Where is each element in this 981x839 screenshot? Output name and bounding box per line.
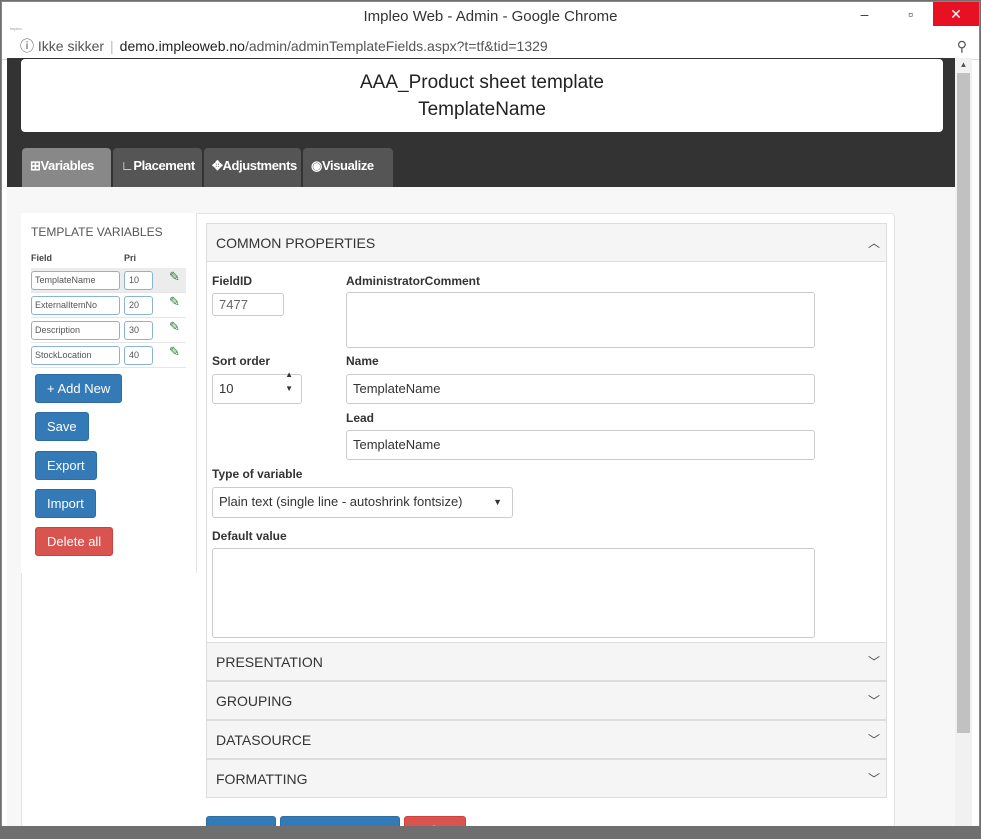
variable-row: StockLocation 40 ✎ bbox=[31, 343, 186, 368]
move-icon: ✥ bbox=[212, 158, 223, 173]
url-path: /admin/adminTemplateFields.aspx?t=tf&tid… bbox=[244, 38, 548, 54]
type-label: Type of variable bbox=[212, 467, 303, 481]
chevron-down-icon: ﹀ bbox=[867, 655, 880, 669]
security-label: Ikke sikker bbox=[37, 38, 105, 54]
fieldid-label: FieldID bbox=[212, 274, 253, 288]
admin-comment-label: AdministratorComment bbox=[346, 274, 481, 288]
default-value-label: Default value bbox=[212, 529, 287, 543]
section-grouping[interactable]: GROUPING ﹀ bbox=[206, 681, 887, 720]
template-title: AAA_Product sheet template bbox=[360, 72, 604, 93]
ruler-icon: ∟ bbox=[121, 158, 134, 173]
eye-icon: ◉ bbox=[311, 158, 322, 173]
section-datasource[interactable]: DATASOURCE ﹀ bbox=[206, 720, 887, 759]
tab-visualize[interactable]: ◉Visualize bbox=[303, 148, 393, 187]
variable-row: Description 30 ✎ bbox=[31, 318, 186, 343]
tab-variables[interactable]: ⊞Variables bbox=[22, 148, 111, 187]
lead-input[interactable]: TemplateName bbox=[346, 430, 815, 460]
zoom-icon[interactable]: ⚲ bbox=[957, 33, 967, 59]
title-box: AAA_Product sheet template TemplateName bbox=[21, 59, 943, 132]
header: AAA_Product sheet template TemplateName … bbox=[7, 58, 955, 187]
scrollbar-thumb[interactable] bbox=[957, 73, 970, 733]
edit-icon[interactable]: ✎ bbox=[169, 344, 180, 360]
close-button[interactable]: ✕ bbox=[933, 2, 979, 26]
edit-icon[interactable]: ✎ bbox=[169, 269, 180, 285]
fieldid-input[interactable]: 7477 bbox=[212, 293, 284, 316]
maximize-button[interactable]: ▫ bbox=[888, 2, 933, 26]
pri-input[interactable]: 10 bbox=[124, 271, 153, 290]
section-common-properties[interactable]: COMMON PROPERTIES ︿ bbox=[206, 223, 887, 262]
stepper-arrows-icon[interactable]: ▲ ▼ bbox=[285, 368, 293, 396]
save-variables-button[interactable]: Save bbox=[35, 412, 89, 441]
template-variables-panel: TEMPLATE VARIABLES Field Pri TemplateNam… bbox=[21, 213, 197, 573]
admin-comment-input[interactable] bbox=[346, 292, 815, 348]
type-select[interactable]: Plain text (single line - autoshrink fon… bbox=[212, 487, 513, 518]
window-bottom-border bbox=[0, 826, 981, 839]
section-formatting[interactable]: FORMATTING ﹀ bbox=[206, 759, 887, 798]
edit-icon[interactable]: ✎ bbox=[169, 319, 180, 335]
scrollbar[interactable]: ▲ ▼ bbox=[955, 58, 972, 836]
tab-placement[interactable]: ∟Placement bbox=[113, 148, 202, 187]
chevron-down-icon: ﹀ bbox=[867, 733, 880, 747]
pri-input[interactable]: 30 bbox=[124, 321, 153, 340]
panel-title: TEMPLATE VARIABLES bbox=[31, 225, 163, 239]
scroll-up-icon[interactable]: ▲ bbox=[955, 60, 972, 69]
field-input[interactable]: ExternalItemNo bbox=[31, 296, 120, 315]
info-icon: ⓘ bbox=[20, 38, 34, 54]
name-input[interactable]: TemplateName bbox=[346, 374, 815, 404]
variable-row: ExternalItemNo 20 ✎ bbox=[31, 293, 186, 318]
section-presentation[interactable]: PRESENTATION ﹀ bbox=[206, 642, 887, 681]
export-button[interactable]: Export bbox=[35, 451, 97, 480]
table-icon: ⊞ bbox=[30, 158, 41, 173]
default-value-input[interactable] bbox=[212, 548, 815, 638]
address-bar[interactable]: ⓘ Ikke sikker | demo.impleoweb.no/admin/ad… bbox=[2, 33, 979, 60]
delete-all-button[interactable]: Delete all bbox=[35, 527, 114, 556]
minimize-button[interactable]: – bbox=[842, 2, 887, 26]
template-subtitle: TemplateName bbox=[418, 99, 546, 120]
lead-label: Lead bbox=[346, 411, 375, 425]
edit-icon[interactable]: ✎ bbox=[169, 294, 180, 310]
window-title: Impleo Web - Admin - Google Chrome bbox=[363, 8, 618, 25]
sort-order-stepper[interactable]: 10 ▲ ▼ bbox=[212, 370, 302, 404]
field-input[interactable]: TemplateName bbox=[31, 271, 120, 290]
name-label: Name bbox=[346, 354, 379, 368]
page: AAA_Product sheet template TemplateName … bbox=[7, 58, 955, 836]
chevron-up-icon: ︿ bbox=[867, 236, 880, 250]
chevron-down-icon: ﹀ bbox=[867, 772, 880, 786]
pri-input[interactable]: 40 bbox=[124, 346, 153, 365]
caret-down-icon: ▼ bbox=[493, 497, 502, 507]
col-pri: Pri bbox=[124, 253, 137, 263]
field-input[interactable]: Description bbox=[31, 321, 120, 340]
import-button[interactable]: Import bbox=[35, 489, 96, 518]
chevron-down-icon: ﹀ bbox=[867, 694, 880, 708]
col-field: Field bbox=[31, 253, 53, 263]
add-new-button[interactable]: + Add New bbox=[35, 374, 123, 403]
variable-row: TemplateName 10 ✎ bbox=[31, 268, 186, 293]
common-properties-body: FieldID 7477 AdministratorComment Sort o… bbox=[206, 262, 887, 642]
field-input[interactable]: StockLocation bbox=[31, 346, 120, 365]
sort-order-label: Sort order bbox=[212, 354, 271, 368]
tab-adjustments[interactable]: ✥Adjustments bbox=[204, 148, 301, 187]
pri-input[interactable]: 20 bbox=[124, 296, 153, 315]
url-host: demo.impleoweb.no bbox=[119, 38, 245, 54]
title-bar: impleo Impleo Web - Admin - Google Chrom… bbox=[2, 2, 979, 33]
